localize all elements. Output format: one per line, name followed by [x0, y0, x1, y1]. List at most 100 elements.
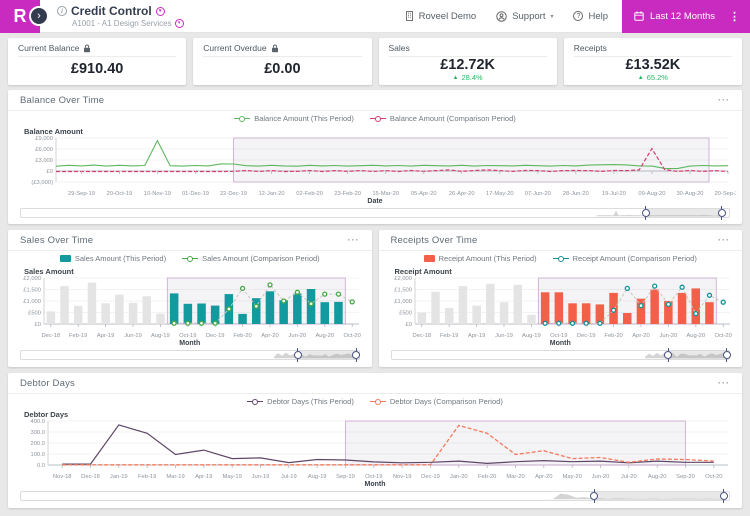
slider-handle-right[interactable] — [720, 492, 728, 500]
slider-handle-right[interactable] — [352, 351, 360, 359]
line-marker-icon — [247, 398, 263, 405]
svg-text:Jun-20: Jun-20 — [592, 474, 610, 480]
svg-text:May-19: May-19 — [223, 474, 242, 480]
svg-text:£500: £500 — [28, 311, 41, 317]
svg-text:28-Jun-20: 28-Jun-20 — [563, 191, 589, 197]
slider-handle-left[interactable] — [294, 351, 302, 359]
x-axis-label: Month — [8, 340, 372, 348]
kpi-label: Current Overdue — [203, 43, 266, 53]
svg-text:Dec-18: Dec-18 — [41, 333, 60, 339]
svg-text:29-Sep-19: 29-Sep-19 — [68, 191, 95, 197]
svg-text:Jun-19: Jun-19 — [252, 474, 270, 480]
svg-text:£3,000: £3,000 — [35, 158, 53, 164]
legend-balance-this-period[interactable]: Balance Amount (This Period) — [234, 114, 354, 123]
panel-menu-icon[interactable]: ··· — [718, 96, 730, 105]
panel-menu-icon[interactable]: ··· — [718, 236, 730, 245]
charts-row: Sales Over Time ··· Sales Amount (This P… — [8, 230, 742, 367]
receipts-range-slider[interactable] — [391, 350, 731, 360]
slider-selection[interactable] — [594, 492, 724, 500]
panel-menu-icon[interactable]: ··· — [348, 236, 360, 245]
kpi-value: £910.40 — [71, 61, 123, 78]
sales-range-slider[interactable] — [20, 350, 360, 360]
panel-sales-over-time: Sales Over Time ··· Sales Amount (This P… — [8, 230, 372, 367]
sidebar-toggle-button[interactable]: › — [29, 6, 49, 26]
kebab-menu-icon[interactable]: ⋮ — [729, 10, 740, 23]
svg-text:Apr-20: Apr-20 — [535, 474, 552, 480]
nav-roveel-demo[interactable]: Roveel Demo — [405, 11, 477, 22]
slider-selection[interactable] — [646, 209, 722, 217]
period-selector-button[interactable]: Last 12 Months ⋮ — [622, 0, 750, 33]
legend-receipts-comparison-period[interactable]: Receipt Amount (Comparison Period) — [553, 254, 697, 263]
line-marker-icon — [553, 255, 569, 262]
legend-balance-comparison-period[interactable]: Balance Amount (Comparison Period) — [370, 114, 516, 123]
x-axis-label: Month — [379, 340, 743, 348]
balance-chart[interactable]: £9,000£6,000£3,000£0(£3,000)29-Sep-1920-… — [14, 136, 736, 198]
svg-text:Mar-19: Mar-19 — [166, 474, 184, 480]
lock-icon — [271, 44, 279, 53]
slider-handle-right[interactable] — [723, 351, 731, 359]
nav-label: Support — [512, 11, 545, 22]
svg-text:Apr-19: Apr-19 — [195, 474, 212, 480]
nav-help[interactable]: ? Help — [573, 11, 608, 22]
dashboard-options-icon[interactable]: ▾ — [156, 7, 165, 16]
svg-text:Jul-19: Jul-19 — [281, 474, 297, 480]
debtor-days-range-slider[interactable] — [20, 491, 730, 501]
svg-text:02-Feb-20: 02-Feb-20 — [296, 191, 323, 197]
legend-sales-comparison-period[interactable]: Sales Amount (Comparison Period) — [182, 254, 320, 263]
slider-selection[interactable] — [298, 351, 357, 359]
slider-selection[interactable] — [668, 351, 727, 359]
question-icon: ? — [573, 11, 583, 21]
svg-text:Feb-19: Feb-19 — [440, 333, 458, 339]
svg-text:£2,000: £2,000 — [23, 276, 41, 282]
svg-text:19-Jul-20: 19-Jul-20 — [602, 191, 626, 197]
slider-handle-right[interactable] — [718, 209, 726, 217]
legend-debtor-comparison-period[interactable]: Debtor Days (Comparison Period) — [370, 397, 503, 406]
svg-text:07-Jun-20: 07-Jun-20 — [525, 191, 551, 197]
legend-debtor-this-period[interactable]: Debtor Days (This Period) — [247, 397, 354, 406]
caret-down-icon: ▾ — [550, 13, 553, 20]
legend-receipts-this-period[interactable]: Receipt Amount (This Period) — [424, 254, 537, 263]
panel-debtor-days: Debtor Days ··· Debtor Days (This Period… — [8, 373, 742, 508]
kpi-receipts: Receipts £13.52K ▲65.2% — [564, 38, 742, 85]
kpi-value: £13.52K — [625, 57, 680, 74]
info-icon: i — [57, 6, 67, 16]
nav-support[interactable]: Support ▾ — [496, 11, 553, 22]
sales-chart[interactable]: £2,000£1,500£1,000£500£0Dec-18Feb-19Apr-… — [14, 276, 365, 340]
logo-letter: R — [14, 6, 27, 27]
svg-text:05-Apr-20: 05-Apr-20 — [411, 191, 437, 197]
svg-text:Apr-19: Apr-19 — [97, 333, 114, 339]
svg-text:£500: £500 — [399, 311, 412, 317]
svg-text:Dec-19: Dec-19 — [421, 474, 440, 480]
svg-text:Aug-19: Aug-19 — [522, 333, 541, 339]
svg-text:26-Apr-20: 26-Apr-20 — [449, 191, 475, 197]
panel-receipts-over-time: Receipts Over Time ··· Receipt Amount (T… — [379, 230, 743, 367]
kpi-label: Receipts — [574, 43, 607, 53]
chart-legend: Sales Amount (This Period) Sales Amount … — [8, 251, 372, 266]
svg-text:Jan-20: Jan-20 — [450, 474, 468, 480]
svg-text:200.0: 200.0 — [30, 441, 45, 447]
svg-text:Oct-20: Oct-20 — [343, 333, 360, 339]
svg-text:Feb-20: Feb-20 — [478, 474, 496, 480]
x-axis-label: Date — [8, 198, 742, 206]
debtor-days-chart[interactable]: 400.0300.0200.0100.00.0Nov-18Dec-18Jan-1… — [14, 419, 736, 481]
svg-text:Apr-19: Apr-19 — [467, 333, 484, 339]
receipts-chart[interactable]: £2,000£1,500£1,000£500£0Dec-18Feb-19Apr-… — [385, 276, 736, 340]
svg-text:Dec-19: Dec-19 — [206, 333, 225, 339]
svg-text:Aug-19: Aug-19 — [308, 474, 327, 480]
svg-text:400.0: 400.0 — [30, 419, 45, 425]
period-label: Last 12 Months — [650, 11, 715, 22]
svg-text:0.0: 0.0 — [37, 463, 45, 469]
building-icon — [405, 11, 414, 21]
panel-title: Receipts Over Time — [391, 235, 478, 246]
svg-text:£1,500: £1,500 — [23, 288, 41, 294]
svg-text:15-Mar-20: 15-Mar-20 — [372, 191, 399, 197]
panel-menu-icon[interactable]: ··· — [718, 379, 730, 388]
svg-text:Jun-19: Jun-19 — [124, 333, 142, 339]
panel-balance-over-time: Balance Over Time ··· Balance Amount (Th… — [8, 90, 742, 224]
svg-text:01-Dec-19: 01-Dec-19 — [182, 191, 209, 197]
svg-text:Apr-20: Apr-20 — [261, 333, 278, 339]
legend-sales-this-period[interactable]: Sales Amount (This Period) — [60, 254, 166, 263]
company-selector-icon[interactable]: ▾ — [175, 19, 184, 28]
svg-text:09-Aug-20: 09-Aug-20 — [638, 191, 665, 197]
balance-range-slider[interactable] — [20, 208, 730, 218]
